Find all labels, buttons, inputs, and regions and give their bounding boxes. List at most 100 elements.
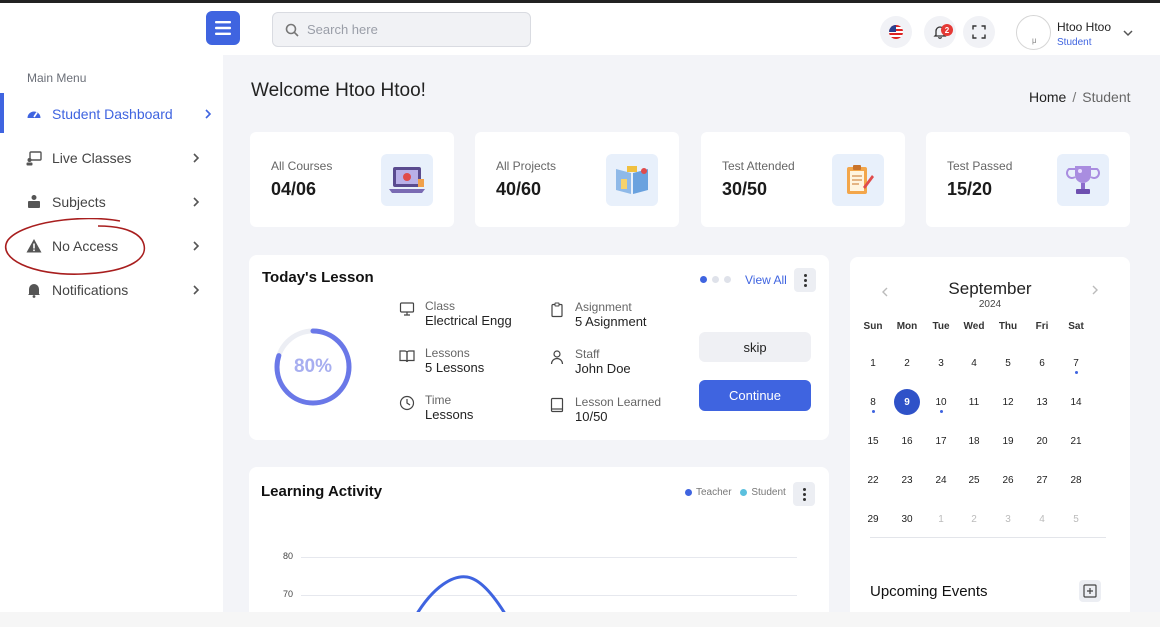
subjects-icon	[28, 195, 40, 208]
calendar-day[interactable]: 14	[1061, 397, 1091, 408]
sidebar-item-student-dashboard[interactable]: Student Dashboard	[0, 94, 223, 134]
avatar[interactable]: μ	[1016, 15, 1051, 50]
lesson-info-label: Lesson Learned	[575, 395, 662, 409]
event-dot	[1075, 371, 1078, 374]
stat-label: All Courses	[271, 159, 333, 173]
stat-card-test-attended[interactable]: Test Attended 30/50	[701, 132, 905, 227]
stat-value: 40/60	[496, 179, 542, 199]
language-button[interactable]	[880, 16, 912, 48]
lesson-info-label: Class	[425, 299, 456, 313]
calendar-day[interactable]: 1	[858, 358, 888, 369]
sidebar-item-label: Notifications	[52, 282, 129, 298]
sidebar-item-subjects[interactable]: Subjects	[0, 182, 223, 222]
chevron-right-icon	[193, 241, 200, 251]
calendar-day[interactable]: 16	[892, 436, 922, 447]
dashboard-icon	[27, 111, 41, 118]
calendar-day[interactable]: 18	[959, 436, 989, 447]
monitor-icon	[399, 302, 415, 316]
calendar-day[interactable]: 2	[959, 514, 989, 525]
stat-label: All Projects	[496, 159, 557, 173]
hand-drawn-circle-annotation	[5, 218, 146, 275]
event-dot	[940, 410, 943, 413]
calendar-day[interactable]: 1	[926, 514, 956, 525]
calendar-day[interactable]: 7	[1061, 358, 1091, 369]
notification-badge: 2	[941, 24, 953, 36]
breadcrumb-current: Student	[1082, 89, 1131, 105]
lesson-info-value: Lessons	[425, 407, 474, 422]
skip-button[interactable]: skip	[699, 332, 811, 362]
calendar-day-selected[interactable]: 9	[894, 389, 920, 415]
calendar-year: 2024	[978, 299, 1002, 310]
calendar-day[interactable]: 12	[993, 397, 1023, 408]
calendar-day[interactable]: 2	[892, 358, 922, 369]
chevron-right-icon	[193, 285, 200, 295]
page-title: Welcome Htoo Htoo!	[251, 80, 426, 101]
trophy-icon	[1057, 154, 1109, 206]
calendar-day[interactable]: 30	[892, 514, 922, 525]
fullscreen-icon	[972, 25, 986, 39]
calendar-day[interactable]: 8	[858, 397, 888, 408]
sidebar-item-label: Live Classes	[52, 150, 132, 166]
calendar-day[interactable]: 20	[1027, 436, 1057, 447]
lesson-info-value: 5 Lessons	[425, 360, 485, 375]
calendar-day[interactable]: 17	[926, 436, 956, 447]
stat-card-test-passed[interactable]: Test Passed 15/20	[926, 132, 1130, 227]
calendar-day[interactable]: 15	[858, 436, 888, 447]
calendar-day[interactable]: 27	[1027, 475, 1057, 486]
fullscreen-button[interactable]	[963, 16, 995, 48]
menu-toggle-button[interactable]	[206, 11, 240, 45]
stat-label: Test Passed	[947, 159, 1013, 173]
add-event-button[interactable]	[1079, 580, 1101, 602]
view-all-link[interactable]: View All	[745, 273, 787, 287]
calendar-day[interactable]: 22	[858, 475, 888, 486]
breadcrumb-home[interactable]: Home	[1029, 89, 1066, 105]
chevron-right-icon	[205, 109, 212, 119]
calendar-day[interactable]: 10	[926, 397, 956, 408]
carousel-dot[interactable]	[724, 276, 731, 283]
lesson-more-menu-button[interactable]	[794, 268, 816, 292]
calendar-day[interactable]: 4	[1027, 514, 1057, 525]
weekday-label: Mon	[896, 321, 918, 332]
lesson-info-label: Asignment	[575, 300, 632, 314]
weekday-label: Fri	[1035, 321, 1049, 332]
calendar-day[interactable]: 25	[959, 475, 989, 486]
calendar-day[interactable]: 19	[993, 436, 1023, 447]
user-role: Student	[1057, 37, 1092, 48]
calendar-day[interactable]: 28	[1061, 475, 1091, 486]
sidebar-item-label: Subjects	[52, 194, 106, 210]
notifications-button[interactable]: 2	[924, 16, 956, 48]
calendar-day[interactable]: 24	[926, 475, 956, 486]
teacher-series-line	[413, 575, 509, 618]
calendar-day[interactable]: 29	[858, 514, 888, 525]
weekday-label: Thu	[998, 321, 1018, 332]
carousel-dot-active[interactable]	[700, 276, 707, 283]
calendar-day[interactable]: 26	[993, 475, 1023, 486]
calendar-day[interactable]: 21	[1061, 436, 1091, 447]
chevron-right-icon[interactable]	[1090, 284, 1100, 296]
weekday-label: Sun	[863, 321, 883, 332]
calendar-divider	[870, 537, 1106, 538]
stat-card-projects[interactable]: All Projects 40/60	[475, 132, 679, 227]
open-book-icon	[399, 350, 415, 363]
calendar-day[interactable]: 23	[892, 475, 922, 486]
lesson-info-label: Lessons	[425, 346, 470, 360]
user-name[interactable]: Htoo Htoo	[1057, 20, 1111, 34]
calendar-day[interactable]: 13	[1027, 397, 1057, 408]
calendar-day[interactable]: 5	[993, 358, 1023, 369]
live-classes-icon	[26, 151, 42, 166]
calendar-day[interactable]: 4	[959, 358, 989, 369]
weekday-label: Sat	[1068, 321, 1084, 332]
continue-button[interactable]: Continue	[699, 380, 811, 411]
search-box[interactable]: Search here	[272, 12, 531, 47]
calendar-day[interactable]: 3	[926, 358, 956, 369]
carousel-dot[interactable]	[712, 276, 719, 283]
calendar-day[interactable]: 6	[1027, 358, 1057, 369]
calendar-day[interactable]: 5	[1061, 514, 1091, 525]
calendar-day[interactable]: 3	[993, 514, 1023, 525]
search-input[interactable]: Search here	[307, 22, 378, 37]
chevron-down-icon[interactable]	[1122, 29, 1134, 37]
calendar-day[interactable]: 11	[959, 397, 989, 408]
sidebar-item-live-classes[interactable]: Live Classes	[0, 138, 223, 178]
stat-card-courses[interactable]: All Courses 04/06	[250, 132, 454, 227]
book-icon	[606, 154, 658, 206]
